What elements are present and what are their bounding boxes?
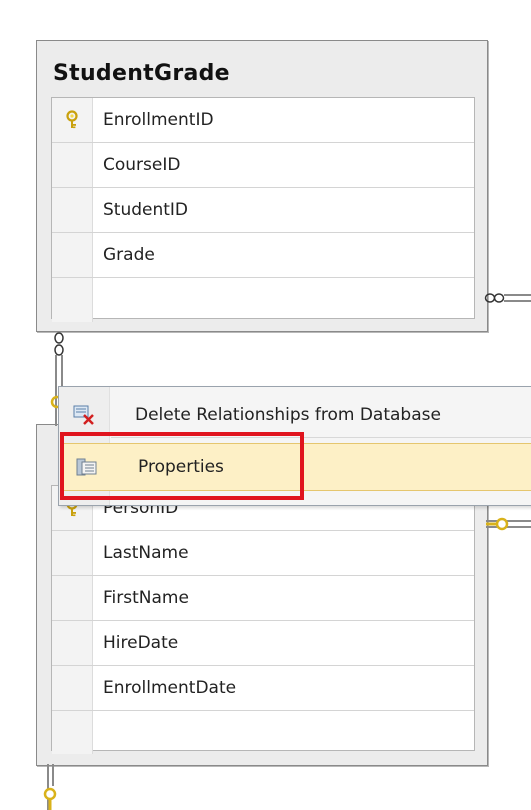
column-row-empty[interactable]	[52, 278, 474, 322]
column-row-grade[interactable]: Grade	[52, 233, 474, 278]
menu-item-label: Delete Relationships from Database	[135, 405, 441, 425]
row-selector[interactable]	[52, 98, 93, 142]
column-name: FirstName	[103, 588, 189, 608]
relationship-connector-right-top[interactable]	[484, 286, 531, 310]
column-row-empty[interactable]	[52, 711, 474, 754]
relationship-connector-right-bottom[interactable]	[484, 512, 531, 536]
key-end-icon	[495, 517, 509, 531]
infinity-end-icon	[484, 293, 496, 303]
column-name: StudentID	[103, 200, 189, 220]
row-selector[interactable]	[52, 621, 93, 665]
column-row-hiredate[interactable]: HireDate	[52, 621, 474, 666]
column-row-enrollmentid[interactable]: EnrollmentID	[52, 98, 474, 143]
column-row-courseid[interactable]: CourseID	[52, 143, 474, 188]
row-selector[interactable]	[52, 233, 93, 277]
key-end-icon	[43, 787, 57, 801]
table-title-studentgrade: StudentGrade	[53, 61, 230, 86]
row-selector[interactable]	[52, 188, 93, 232]
column-row-enrollmentdate[interactable]: EnrollmentDate	[52, 666, 474, 711]
row-selector[interactable]	[52, 666, 93, 710]
row-selector[interactable]	[52, 278, 93, 322]
highlight-annotation	[60, 432, 304, 500]
relationship-connector-bottom[interactable]	[36, 764, 66, 810]
row-selector[interactable]	[52, 143, 93, 187]
column-name: EnrollmentID	[103, 110, 214, 130]
column-name: HireDate	[103, 633, 179, 653]
column-name: Grade	[103, 245, 155, 265]
column-row-firstname[interactable]: FirstName	[52, 576, 474, 621]
column-name: LastName	[103, 543, 189, 563]
infinity-end-icon	[54, 332, 64, 344]
row-selector[interactable]	[52, 531, 93, 575]
delete-relationship-icon	[59, 405, 109, 425]
row-selector[interactable]	[52, 576, 93, 620]
column-grid: PersonID LastName FirstName HireDate Enr…	[51, 485, 475, 754]
primary-key-icon	[66, 110, 78, 129]
column-name: EnrollmentDate	[103, 678, 237, 698]
column-row-studentid[interactable]: StudentID	[52, 188, 474, 233]
row-selector[interactable]	[52, 711, 93, 754]
menu-item-delete-relationships[interactable]: Delete Relationships from Database	[59, 393, 531, 437]
student-grade-table[interactable]: StudentGrade EnrollmentID CourseID Stude…	[36, 40, 488, 332]
column-grid: EnrollmentID CourseID StudentID Grade	[51, 97, 475, 322]
column-row-lastname[interactable]: LastName	[52, 531, 474, 576]
column-name: CourseID	[103, 155, 181, 175]
